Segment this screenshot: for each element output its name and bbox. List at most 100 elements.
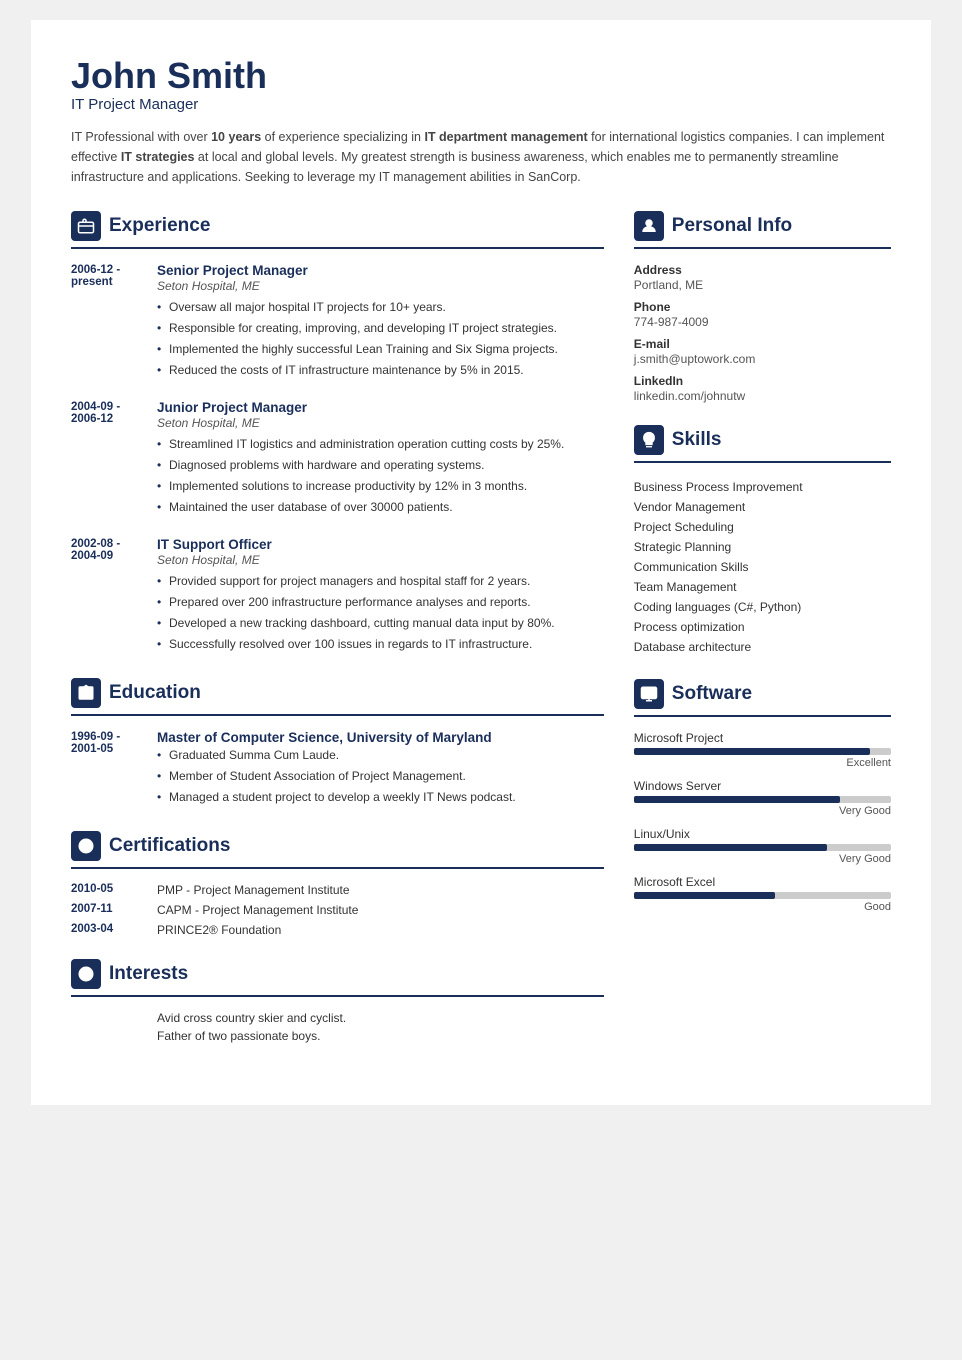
- interests-section: Interests Avid cross country skier and c…: [71, 959, 604, 1043]
- personal-info-title: Personal Info: [672, 215, 792, 237]
- edu-bullets-1: Graduated Summa Cum Laude. Member of Stu…: [157, 746, 604, 806]
- software-level-1: Excellent: [634, 757, 891, 769]
- right-column: Personal Info Address Portland, ME Phone…: [634, 211, 891, 1065]
- certifications-header: Certifications: [71, 831, 604, 861]
- skills-header: Skills: [634, 425, 891, 455]
- education-icon: [71, 678, 101, 708]
- education-header: Education: [71, 678, 604, 708]
- list-item: Graduated Summa Cum Laude.: [157, 746, 604, 764]
- certifications-title: Certifications: [109, 835, 230, 857]
- skill-5: Communication Skills: [634, 557, 891, 577]
- exp-subtitle-2: Seton Hospital, ME: [157, 416, 604, 430]
- software-item-2: Windows Server Very Good: [634, 779, 891, 817]
- exp-title-1: Senior Project Manager: [157, 263, 604, 278]
- exp-content-2: Junior Project Manager Seton Hospital, M…: [157, 400, 604, 519]
- education-title: Education: [109, 682, 201, 704]
- software-header: Software: [634, 679, 891, 709]
- software-bar-fill-4: [634, 892, 775, 899]
- exp-date-3: 2002-08 -2004-09: [71, 537, 143, 656]
- exp-entry-2: 2004-09 -2006-12 Junior Project Manager …: [71, 400, 604, 519]
- software-name-3: Linux/Unix: [634, 827, 891, 841]
- education-divider: [71, 714, 604, 716]
- list-item: Responsible for creating, improving, and…: [157, 319, 604, 337]
- list-item: Maintained the user database of over 300…: [157, 498, 604, 516]
- skill-1: Business Process Improvement: [634, 477, 891, 497]
- experience-section: Experience 2006-12 -present Senior Proje…: [71, 211, 604, 656]
- interests-header: Interests: [71, 959, 604, 989]
- edu-title-1: Master of Computer Science, University o…: [157, 730, 604, 745]
- list-item: Implemented the highly successful Lean T…: [157, 340, 604, 358]
- software-icon: [634, 679, 664, 709]
- cert-date-3: 2003-04: [71, 923, 143, 937]
- exp-bullets-3: Provided support for project managers an…: [157, 572, 604, 653]
- software-item-1: Microsoft Project Excellent: [634, 731, 891, 769]
- skill-4: Strategic Planning: [634, 537, 891, 557]
- linkedin-value: linkedin.com/johnutw: [634, 389, 891, 403]
- exp-date-1: 2006-12 -present: [71, 263, 143, 382]
- candidate-name: John Smith: [71, 56, 891, 96]
- exp-entry-3: 2002-08 -2004-09 IT Support Officer Seto…: [71, 537, 604, 656]
- cert-entry-3: 2003-04 PRINCE2® Foundation: [71, 923, 604, 937]
- skills-title: Skills: [672, 429, 722, 451]
- cert-entry-2: 2007-11 CAPM - Project Management Instit…: [71, 903, 604, 917]
- exp-entry-1: 2006-12 -present Senior Project Manager …: [71, 263, 604, 382]
- software-item-4: Microsoft Excel Good: [634, 875, 891, 913]
- edu-content-1: Master of Computer Science, University o…: [157, 730, 604, 809]
- list-item: Managed a student project to develop a w…: [157, 788, 604, 806]
- exp-title-3: IT Support Officer: [157, 537, 604, 552]
- cert-name-1: PMP - Project Management Institute: [157, 883, 350, 897]
- interest-2: Father of two passionate boys.: [157, 1029, 604, 1043]
- software-bar-fill-3: [634, 844, 827, 851]
- candidate-summary: IT Professional with over 10 years of ex…: [71, 127, 891, 187]
- skill-2: Vendor Management: [634, 497, 891, 517]
- certifications-divider: [71, 867, 604, 869]
- personal-info-header: Personal Info: [634, 211, 891, 241]
- email-value: j.smith@uptowork.com: [634, 352, 891, 366]
- software-level-2: Very Good: [634, 805, 891, 817]
- exp-title-2: Junior Project Manager: [157, 400, 604, 415]
- experience-icon: [71, 211, 101, 241]
- interests-title: Interests: [109, 963, 188, 985]
- software-level-4: Good: [634, 901, 891, 913]
- list-item: Successfully resolved over 100 issues in…: [157, 635, 604, 653]
- list-item: Provided support for project managers an…: [157, 572, 604, 590]
- software-name-4: Microsoft Excel: [634, 875, 891, 889]
- cert-date-2: 2007-11: [71, 903, 143, 917]
- exp-content-1: Senior Project Manager Seton Hospital, M…: [157, 263, 604, 382]
- education-section: Education 1996-09 -2001-05 Master of Com…: [71, 678, 604, 809]
- left-column: Experience 2006-12 -present Senior Proje…: [71, 211, 604, 1065]
- software-name-2: Windows Server: [634, 779, 891, 793]
- list-item: Oversaw all major hospital IT projects f…: [157, 298, 604, 316]
- software-item-3: Linux/Unix Very Good: [634, 827, 891, 865]
- cert-entry-1: 2010-05 PMP - Project Management Institu…: [71, 883, 604, 897]
- skill-7: Coding languages (C#, Python): [634, 597, 891, 617]
- address-value: Portland, ME: [634, 278, 891, 292]
- exp-bullets-1: Oversaw all major hospital IT projects f…: [157, 298, 604, 379]
- skill-6: Team Management: [634, 577, 891, 597]
- certifications-section: Certifications 2010-05 PMP - Project Man…: [71, 831, 604, 937]
- edu-entry-1: 1996-09 -2001-05 Master of Computer Scie…: [71, 730, 604, 809]
- software-section: Software Microsoft Project Excellent Win…: [634, 679, 891, 913]
- linkedin-label: LinkedIn: [634, 374, 891, 388]
- exp-subtitle-1: Seton Hospital, ME: [157, 279, 604, 293]
- interests-divider: [71, 995, 604, 997]
- software-bar-fill-1: [634, 748, 871, 755]
- list-item: Prepared over 200 infrastructure perform…: [157, 593, 604, 611]
- personal-info-divider: [634, 247, 891, 249]
- list-item: Streamlined IT logistics and administrat…: [157, 435, 604, 453]
- list-item: Diagnosed problems with hardware and ope…: [157, 456, 604, 474]
- exp-subtitle-3: Seton Hospital, ME: [157, 553, 604, 567]
- certifications-icon: [71, 831, 101, 861]
- software-divider: [634, 715, 891, 717]
- software-bar-bg-3: [634, 844, 891, 851]
- software-name-1: Microsoft Project: [634, 731, 891, 745]
- skill-3: Project Scheduling: [634, 517, 891, 537]
- skill-8: Process optimization: [634, 617, 891, 637]
- resume-container: John Smith IT Project Manager IT Profess…: [31, 20, 931, 1105]
- address-label: Address: [634, 263, 891, 277]
- experience-header: Experience: [71, 211, 604, 241]
- main-columns: Experience 2006-12 -present Senior Proje…: [71, 211, 891, 1065]
- skills-section: Skills Business Process Improvement Vend…: [634, 425, 891, 657]
- edu-date-1: 1996-09 -2001-05: [71, 730, 143, 809]
- email-label: E-mail: [634, 337, 891, 351]
